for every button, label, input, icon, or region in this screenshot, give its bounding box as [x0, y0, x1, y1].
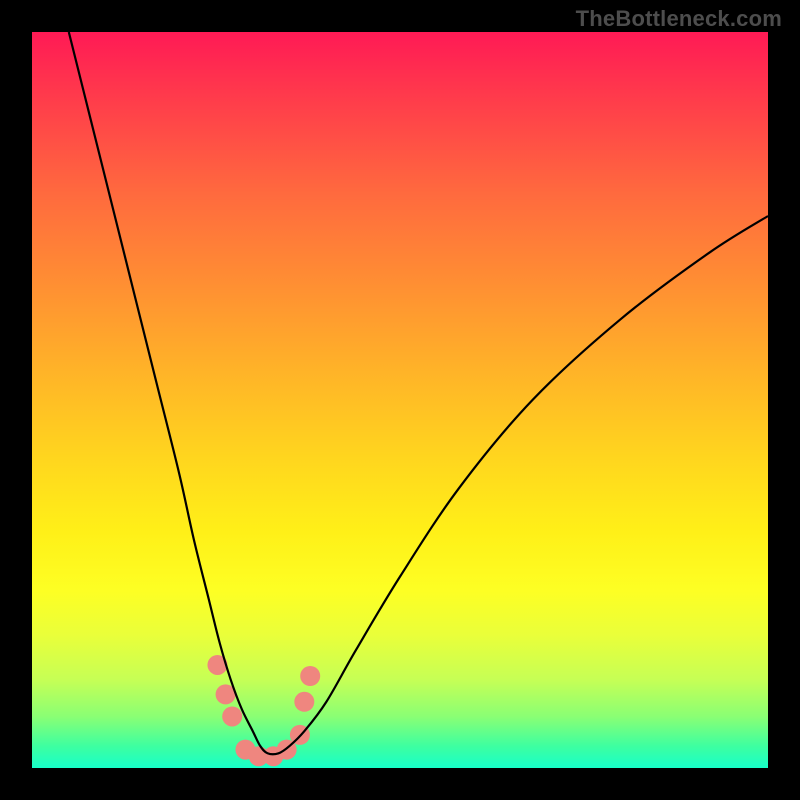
- watermark-text: TheBottleneck.com: [576, 6, 782, 32]
- chart-plot-area: [32, 32, 768, 768]
- chart-svg: [32, 32, 768, 768]
- bottleneck-curve: [69, 32, 768, 754]
- highlight-dot: [222, 706, 242, 726]
- highlight-dot: [300, 666, 320, 686]
- highlight-dot: [294, 692, 314, 712]
- outer-frame: TheBottleneck.com: [0, 0, 800, 800]
